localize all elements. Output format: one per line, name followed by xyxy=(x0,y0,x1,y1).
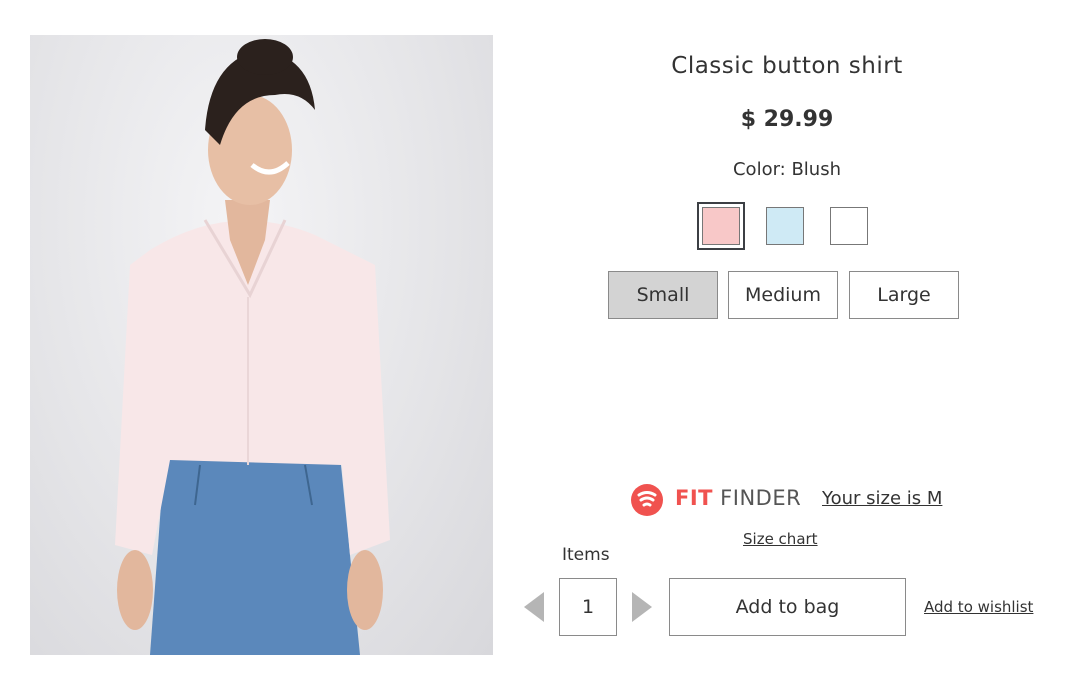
product-title: Classic button shirt xyxy=(671,53,903,79)
fit-finder-brand: FIT FINDER xyxy=(675,486,801,510)
color-swatch-white[interactable] xyxy=(830,207,868,245)
add-to-wishlist-link[interactable]: Add to wishlist xyxy=(924,598,1033,616)
fit-finder-fit: FIT xyxy=(675,486,713,510)
add-to-bag-button[interactable]: Add to bag xyxy=(669,578,906,636)
size-button-small[interactable]: Small xyxy=(608,271,718,319)
size-button-large[interactable]: Large xyxy=(849,271,959,319)
increase-quantity-arrow-icon[interactable] xyxy=(632,592,652,622)
quantity-field[interactable]: 1 xyxy=(559,578,617,636)
product-price: $ 29.99 xyxy=(740,107,834,132)
color-swatch-light-blue[interactable] xyxy=(766,207,804,245)
size-button-medium[interactable]: Medium xyxy=(728,271,838,319)
fit-finder-finder: FINDER xyxy=(720,486,802,510)
items-label: Items xyxy=(562,545,610,565)
selected-color-label: Color: Blush xyxy=(732,159,841,180)
fit-finder-logo-icon xyxy=(631,484,663,516)
decrease-quantity-arrow-icon[interactable] xyxy=(524,592,544,622)
fit-finder-size-link[interactable]: Your size is M xyxy=(822,488,942,509)
product-photo xyxy=(30,35,493,655)
color-swatch-blush[interactable] xyxy=(697,202,745,250)
size-chart-link[interactable]: Size chart xyxy=(743,530,818,548)
